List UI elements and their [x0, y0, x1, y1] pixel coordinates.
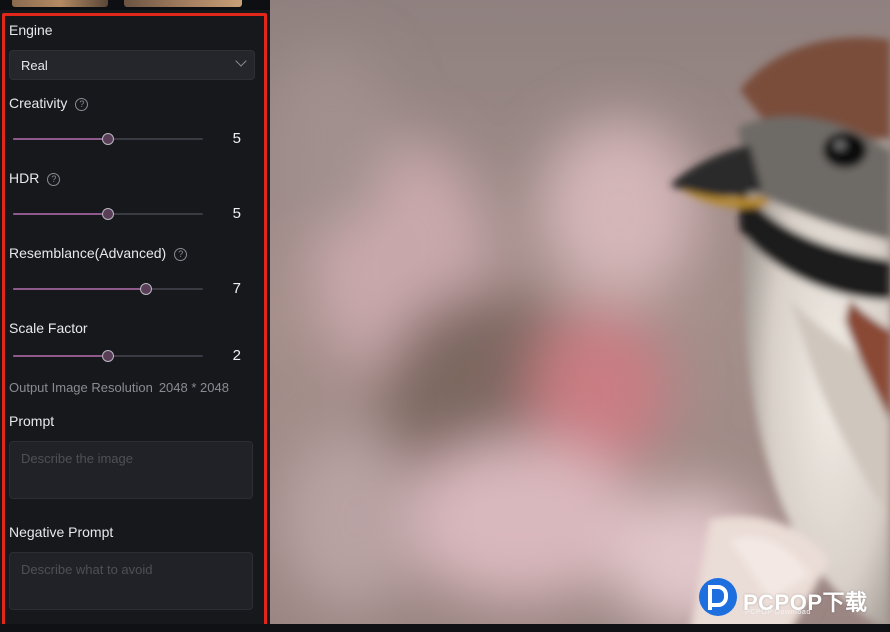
bottom-bar — [0, 624, 890, 632]
image-preview: PCPOP下载 PCPOP Download — [270, 0, 890, 632]
watermark: PCPOP下载 PCPOP Download — [697, 577, 887, 621]
thumbnail-strip — [0, 0, 270, 10]
thumbnail-image[interactable] — [124, 0, 242, 7]
sparrow-photo — [270, 0, 890, 632]
settings-panel: Engine Real Creativity? 5 HDR? 5 Resembl… — [0, 0, 270, 632]
pcpop-logo-icon — [699, 578, 737, 616]
thumbnail-image[interactable] — [12, 0, 108, 7]
highlight-box — [2, 13, 267, 629]
watermark-subtitle: PCPOP Download — [745, 609, 811, 616]
